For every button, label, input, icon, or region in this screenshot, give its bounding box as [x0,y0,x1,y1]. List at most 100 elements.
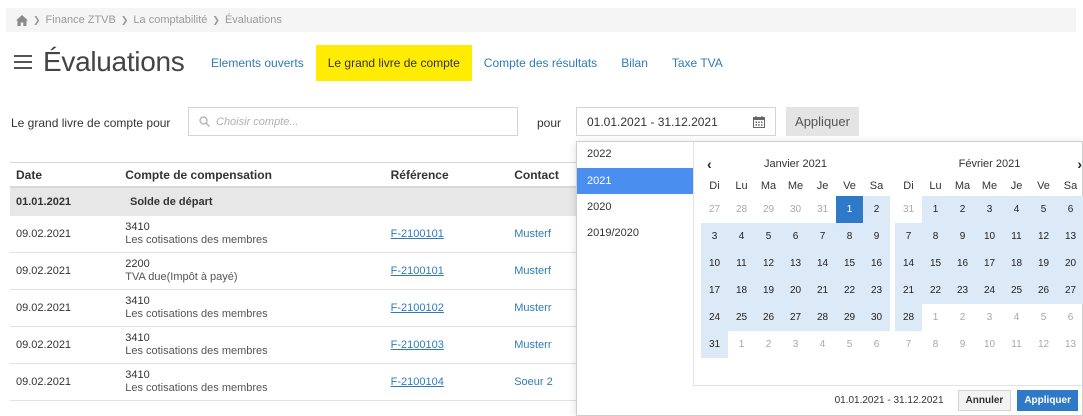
calendar-day[interactable]: 9 [949,223,976,250]
breadcrumb-item-comptabilite[interactable]: La comptabilité [133,14,207,26]
calendar-day[interactable]: 28 [895,304,922,331]
calendar-day[interactable]: 7 [809,223,836,250]
calendar-day[interactable]: 25 [728,304,755,331]
range-2021[interactable]: 2021 [577,168,693,194]
tab-elements-ouverts[interactable]: Elements ouverts [199,45,316,81]
calendar-day[interactable]: 1 [922,196,949,223]
calendar-day[interactable]: 31 [895,196,922,223]
calendar-day[interactable]: 10 [701,250,728,277]
calendar-day[interactable]: 1 [836,196,863,223]
tab-compte-resultats[interactable]: Compte des résultats [472,45,609,81]
row-reference-link[interactable]: F-2100101 [391,228,444,240]
calendar-day[interactable]: 21 [895,277,922,304]
calendar-day[interactable]: 11 [1003,223,1030,250]
calendar-day[interactable]: 11 [728,250,755,277]
calendar-day[interactable]: 20 [1057,250,1083,277]
calendar-day[interactable]: 10 [976,331,1003,358]
calendar-day[interactable]: 22 [836,277,863,304]
calendar-day[interactable]: 3 [701,223,728,250]
calendar-day[interactable]: 31 [701,331,728,358]
calendar-day[interactable]: 23 [949,277,976,304]
calendar-day[interactable]: 21 [809,277,836,304]
calendar-day[interactable]: 6 [782,223,809,250]
apply-filter-button[interactable]: Appliquer [786,107,859,136]
apply-button[interactable]: Appliquer [1017,390,1078,411]
tab-taxe-tva[interactable]: Taxe TVA [660,45,735,81]
header-date[interactable]: Date [10,168,125,182]
calendar-day[interactable]: 6 [1057,304,1083,331]
row-reference-link[interactable]: F-2100103 [391,339,444,351]
calendar-day[interactable]: 30 [863,304,890,331]
range-2020[interactable]: 2020 [577,194,693,220]
calendar-day[interactable]: 8 [836,223,863,250]
row-reference-link[interactable]: F-2100102 [391,302,444,314]
tab-grand-livre[interactable]: Le grand livre de compte [315,45,472,81]
calendar-day[interactable]: 28 [728,196,755,223]
account-search-box[interactable] [188,107,518,136]
calendar-day[interactable]: 8 [922,331,949,358]
calendar-day[interactable]: 7 [895,331,922,358]
row-contact-link[interactable]: Musterf [514,265,551,277]
calendar-day[interactable]: 5 [755,223,782,250]
calendar-day[interactable]: 3 [976,196,1003,223]
calendar-day[interactable]: 19 [755,277,782,304]
calendar-day[interactable]: 11 [1003,331,1030,358]
calendar-day[interactable]: 4 [1003,304,1030,331]
calendar-day[interactable]: 16 [949,250,976,277]
calendar-day[interactable]: 18 [728,277,755,304]
chevron-right-icon[interactable]: › [1077,154,1082,174]
calendar-day[interactable]: 2 [755,331,782,358]
row-contact-link[interactable]: Musterf [514,228,551,240]
calendar-day[interactable]: 12 [755,250,782,277]
calendar-day[interactable]: 27 [1057,277,1083,304]
cancel-button[interactable]: Annuler [957,390,1012,411]
calendar-icon[interactable] [753,115,765,128]
calendar-day[interactable]: 24 [701,304,728,331]
calendar-day[interactable]: 5 [836,331,863,358]
calendar-day[interactable]: 29 [836,304,863,331]
calendar-day[interactable]: 10 [976,223,1003,250]
calendar-day[interactable]: 4 [728,223,755,250]
calendar-day[interactable]: 23 [863,277,890,304]
calendar-day[interactable]: 31 [809,196,836,223]
calendar-day[interactable]: 9 [863,223,890,250]
calendar-day[interactable]: 4 [1003,196,1030,223]
home-icon[interactable] [16,14,28,26]
calendar-day[interactable]: 7 [895,223,922,250]
calendar-day[interactable]: 4 [809,331,836,358]
calendar-day[interactable]: 14 [895,250,922,277]
calendar-day[interactable]: 20 [782,277,809,304]
calendar-day[interactable]: 17 [976,250,1003,277]
calendar-day[interactable]: 12 [1030,331,1057,358]
calendar-day[interactable]: 24 [976,277,1003,304]
row-contact-link[interactable]: Soeur 2 [514,376,553,388]
hamburger-menu-icon[interactable] [14,55,32,69]
calendar-day[interactable]: 3 [782,331,809,358]
row-reference-link[interactable]: F-2100101 [391,265,444,277]
calendar-day[interactable]: 14 [809,250,836,277]
header-reference[interactable]: Référence [391,168,515,182]
range-2019-2020[interactable]: 2019/2020 [577,220,693,246]
calendar-day[interactable]: 12 [1030,223,1057,250]
calendar-day[interactable]: 5 [1030,196,1057,223]
account-search-input[interactable] [216,115,506,128]
calendar-day[interactable]: 25 [1003,277,1030,304]
calendar-day[interactable]: 13 [1057,331,1083,358]
calendar-day[interactable]: 5 [1030,304,1057,331]
calendar-day[interactable]: 2 [863,196,890,223]
calendar-day[interactable]: 3 [976,304,1003,331]
calendar-day[interactable]: 27 [701,196,728,223]
calendar-day[interactable]: 2 [949,304,976,331]
calendar-day[interactable]: 13 [782,250,809,277]
calendar-day[interactable]: 1 [922,304,949,331]
range-2022[interactable]: 2022 [577,148,693,168]
calendar-day[interactable]: 28 [809,304,836,331]
row-reference-link[interactable]: F-2100104 [391,376,444,388]
calendar-day[interactable]: 17 [701,277,728,304]
calendar-day[interactable]: 19 [1030,250,1057,277]
chevron-left-icon[interactable]: ‹ [707,154,712,174]
calendar-day[interactable]: 15 [836,250,863,277]
tab-bilan[interactable]: Bilan [609,45,660,81]
calendar-day[interactable]: 9 [949,331,976,358]
header-compte[interactable]: Compte de compensation [125,168,390,182]
